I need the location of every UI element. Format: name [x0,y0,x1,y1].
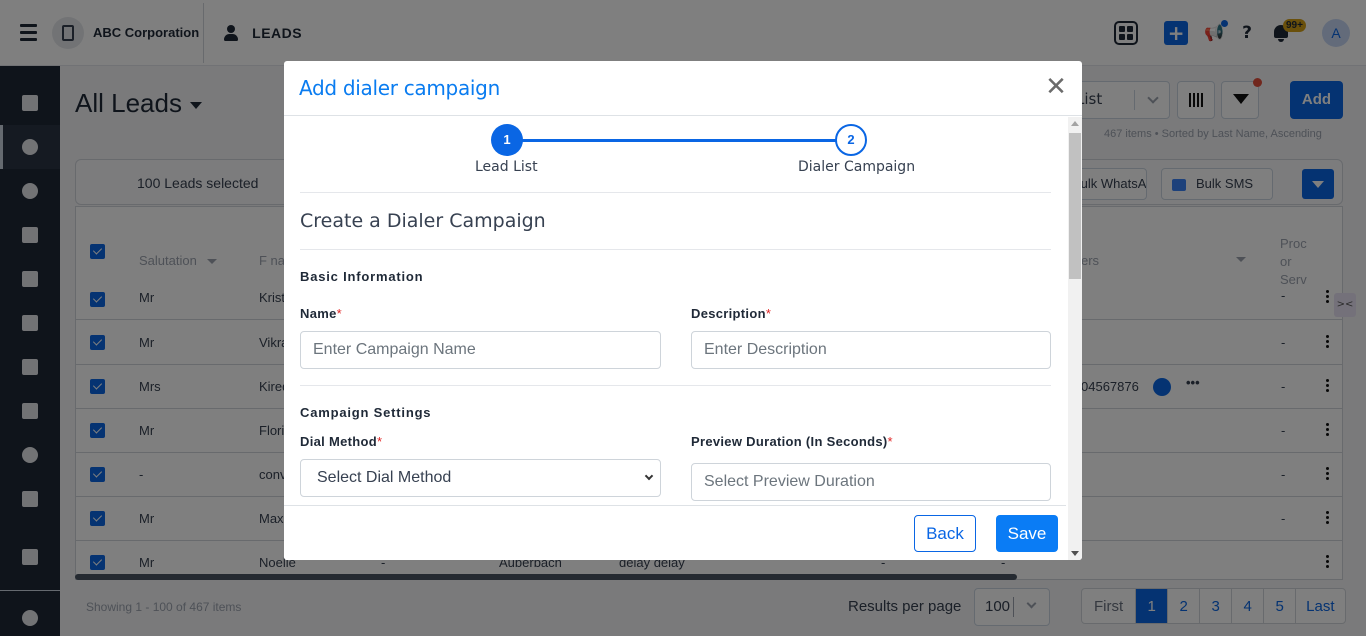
section-basic-information: Basic Information [300,269,424,284]
dial-method-label: Dial Method* [300,434,383,449]
step-2-label: Dialer Campaign [798,159,916,175]
modal-footer: Back Save [284,505,1066,560]
campaign-name-input[interactable] [300,331,661,369]
scroll-down-icon[interactable] [1071,551,1079,556]
chevron-down-icon [644,471,654,481]
page: ABC Corporation LEADS + 📢 ? 99+ A [0,0,1366,636]
scrollbar-thumb[interactable] [1069,133,1081,279]
dial-method-select[interactable]: Select Dial Method [300,459,661,497]
modal-title: Add dialer campaign [299,76,500,100]
description-label: Description* [691,306,772,321]
modal-header: Add dialer campaign ✕ [284,61,1082,116]
step-2-indicator[interactable]: 2 [835,124,867,156]
dial-method-value: Select Dial Method [317,469,452,486]
add-dialer-campaign-modal: Add dialer campaign ✕ 1 2 Lead List Dial… [284,61,1082,560]
form-title: Create a Dialer Campaign [300,210,546,232]
back-button[interactable]: Back [914,515,976,552]
scroll-up-icon[interactable] [1071,121,1079,126]
preview-duration-input[interactable] [691,463,1051,501]
step-1-label: Lead List [475,159,538,175]
divider [300,249,1051,250]
modal-body: 1 2 Lead List Dialer Campaign Create a D… [284,116,1066,505]
modal-scrollbar[interactable] [1068,117,1082,560]
section-campaign-settings: Campaign Settings [300,405,432,420]
description-input[interactable] [691,331,1051,369]
divider [300,192,1051,193]
divider [300,385,1051,386]
name-label: Name* [300,306,342,321]
step-1-indicator[interactable]: 1 [491,124,523,156]
preview-duration-label: Preview Duration (In Seconds)* [691,434,893,449]
step-connector [508,139,851,142]
save-button[interactable]: Save [996,515,1058,552]
stepper: 1 2 Lead List Dialer Campaign [284,116,1066,193]
close-icon[interactable]: ✕ [1042,73,1070,101]
